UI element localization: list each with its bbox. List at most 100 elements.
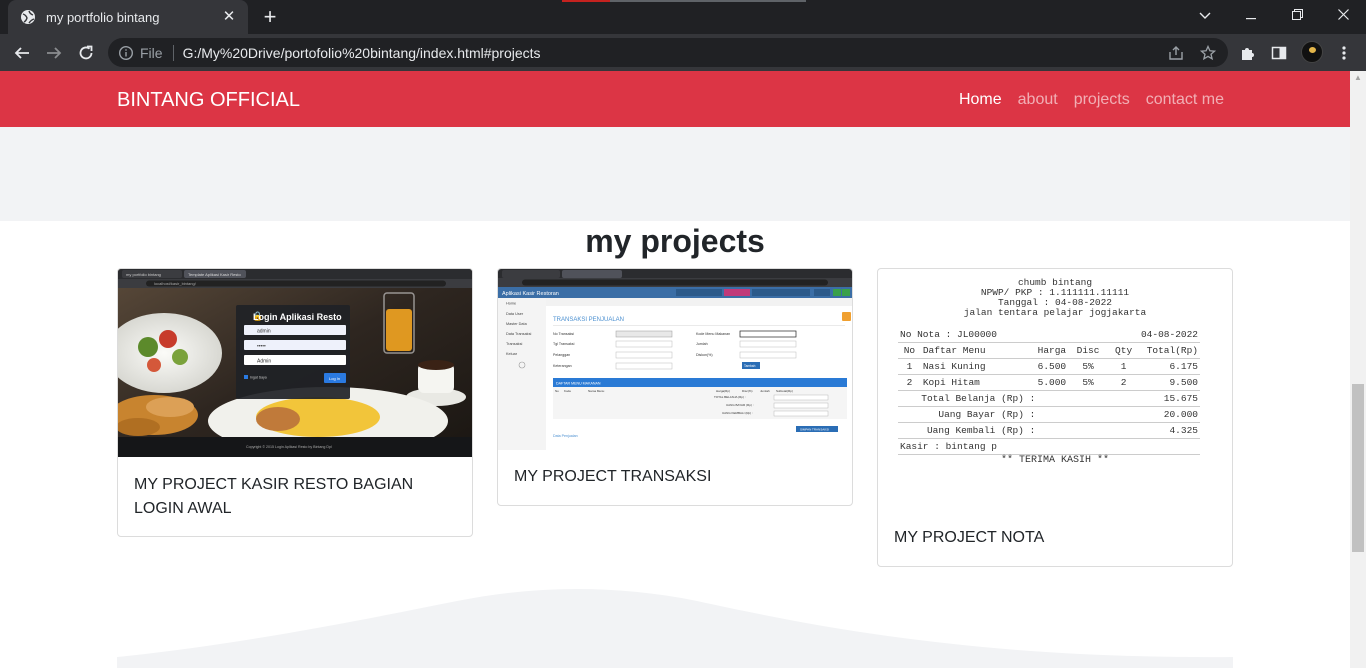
svg-text:•••••: ••••• <box>257 344 266 350</box>
svg-text:Jumlah: Jumlah <box>760 389 770 393</box>
projects-heading: my projects <box>585 223 765 259</box>
svg-text:TOTAL BELANJA (Rp) :: TOTAL BELANJA (Rp) : <box>714 395 746 399</box>
url-scheme-label: File <box>140 44 163 61</box>
svg-text:localhost/kasir_bintang/: localhost/kasir_bintang/ <box>154 281 197 286</box>
side-panel-icon[interactable] <box>1269 43 1289 63</box>
receipt-cashier: Kasir : bintang p <box>898 438 1200 455</box>
svg-text:Subtotal(Rp): Subtotal(Rp) <box>776 389 793 393</box>
nav-links: Home about projects contact me <box>959 91 1224 109</box>
new-tab-button[interactable]: + <box>260 6 280 28</box>
receipt-address: jalan tentara pelajar jogjakarta <box>963 307 1147 318</box>
svg-text:Harga(Rp): Harga(Rp) <box>716 389 730 393</box>
svg-text:Data Transaksi: Data Transaksi <box>506 332 531 336</box>
browser-tab-active[interactable]: my portfolio bintang ✕ <box>8 0 248 34</box>
info-icon[interactable] <box>118 45 134 61</box>
receipt-table: No Nota : JL00000 04-08-2022 No Daftar M… <box>898 327 1200 455</box>
receipt-nota-number: No Nota : JL00000 <box>898 327 1108 343</box>
section-wave-divider <box>117 589 1233 668</box>
svg-text:Data User: Data User <box>506 312 524 316</box>
svg-text:Copyright © 2015 Login Aplikas: Copyright © 2015 Login Aplikasi Resto by… <box>246 445 332 449</box>
site-brand[interactable]: BINTANG OFFICIAL <box>117 89 300 112</box>
forward-arrow-icon[interactable] <box>41 40 67 66</box>
svg-text:SIMPAN TRANSAKSI: SIMPAN TRANSAKSI <box>800 428 829 432</box>
svg-text:DAFTAR MENU MAKANAN: DAFTAR MENU MAKANAN <box>556 382 601 386</box>
capture-indicator-track <box>610 0 806 2</box>
nav-link-projects[interactable]: projects <box>1074 91 1130 109</box>
receipt-paid-label: Uang Bayar (Rp) : <box>898 406 1140 423</box>
url-text[interactable]: G:/My%20Drive/portofolio%20bintang/index… <box>183 45 541 61</box>
svg-text:Keterangan: Keterangan <box>553 364 572 368</box>
svg-text:Transaksi: Transaksi <box>506 342 522 346</box>
svg-text:Aplikasi Kasir Restoran: Aplikasi Kasir Restoran <box>502 291 559 297</box>
share-icon[interactable] <box>1166 43 1186 63</box>
receipt-total-label: Total Belanja (Rp) : <box>898 390 1140 407</box>
receipt-nota-date: 04-08-2022 <box>1107 327 1200 343</box>
table-row: 1 Nasi Kuning 6.500 5% 1 6.175 <box>898 358 1200 375</box>
kebab-menu-icon[interactable] <box>1334 43 1354 63</box>
bookmark-star-icon[interactable] <box>1198 43 1218 63</box>
svg-text:Kode Menu Makanan: Kode Menu Makanan <box>696 332 730 336</box>
address-bar[interactable]: File G:/My%20Drive/portofolio%20bintang/… <box>108 38 1228 67</box>
svg-text:Data Penjualan: Data Penjualan <box>553 434 578 438</box>
svg-text:Nama Menu: Nama Menu <box>588 389 605 393</box>
svg-text:UANG BAYAR (Rp) :: UANG BAYAR (Rp) : <box>726 403 754 407</box>
profile-avatar[interactable] <box>1301 41 1323 63</box>
svg-text:Tambah: Tambah <box>744 364 756 368</box>
receipt-change-label: Uang Kembali (Rp) : <box>898 422 1140 439</box>
omnibox-divider <box>172 44 174 61</box>
receipt-header-row: No Daftar Menu Harga Disc Qty Total(Rp) <box>898 342 1200 359</box>
project-card-caption: MY PROJECT NOTA <box>894 529 1045 546</box>
svg-text:Kode: Kode <box>564 389 571 393</box>
hero-wave-bottom <box>0 127 1350 221</box>
svg-text:UANG KEMBALI (Rp) :: UANG KEMBALI (Rp) : <box>722 411 753 415</box>
table-row: 2 Kopi Hitam 5.000 5% 2 9.500 <box>898 374 1200 391</box>
svg-text:Admin: Admin <box>257 359 271 365</box>
scroll-up-arrow-icon[interactable]: ▲ <box>1350 71 1366 85</box>
svg-text:admin: admin <box>257 329 271 335</box>
project-card-caption: MY PROJECT KASIR RESTO BAGIAN LOGIN AWAL <box>134 476 414 517</box>
page-viewport: BINTANG OFFICIAL Home about projects con… <box>0 71 1350 668</box>
extensions-puzzle-icon[interactable] <box>1237 43 1257 63</box>
back-arrow-icon[interactable] <box>9 40 35 66</box>
project-card-transaksi[interactable]: Aplikasi Kasir Restoran Home Data User M… <box>497 268 853 506</box>
svg-text:No Transaksi: No Transaksi <box>553 332 574 336</box>
globe-icon <box>21 10 35 24</box>
site-navbar: BINTANG OFFICIAL Home about projects con… <box>0 71 1350 127</box>
browser-toolbar: File G:/My%20Drive/portofolio%20bintang/… <box>0 34 1366 71</box>
svg-text:TRANSAKSI PENJUALAN: TRANSAKSI PENJUALAN <box>553 317 624 323</box>
svg-text:Master Data: Master Data <box>506 322 528 326</box>
tab-title: my portfolio bintang <box>46 9 160 25</box>
project-card-nota[interactable]: chumb bintang NPWP/ PKP : 1.111111.11111… <box>877 268 1233 567</box>
browser-tab-strip: my portfolio bintang ✕ + <box>0 0 1366 34</box>
page-scrollbar[interactable] <box>1350 71 1366 668</box>
nav-link-contact[interactable]: contact me <box>1146 91 1224 109</box>
restore-button[interactable] <box>1274 0 1320 30</box>
svg-text:Jumlah: Jumlah <box>696 342 708 346</box>
svg-text:Template Aplikasi Kasir Resto: Template Aplikasi Kasir Resto <box>188 272 241 277</box>
receipt-change-value: 4.325 <box>1139 422 1200 439</box>
close-window-button[interactable] <box>1320 0 1366 30</box>
tab-search-chevron-icon[interactable] <box>1182 0 1228 30</box>
svg-text:No: No <box>555 389 559 393</box>
svg-text:Keluar: Keluar <box>506 352 518 356</box>
minimize-button[interactable] <box>1228 0 1274 30</box>
transaction-screenshot-image: Aplikasi Kasir Restoran Home Data User M… <box>498 269 852 450</box>
nav-link-about[interactable]: about <box>1018 91 1058 109</box>
svg-text:Home: Home <box>506 302 516 306</box>
nav-link-home[interactable]: Home <box>959 91 1002 109</box>
scrollbar-thumb[interactable] <box>1352 384 1364 552</box>
receipt-thanks: ** TERIMA KASIH ** <box>1000 455 1110 466</box>
project-card-login[interactable]: my portfolio bintang Template Aplikasi K… <box>117 268 473 537</box>
receipt-total-value: 15.675 <box>1139 390 1200 407</box>
login-screenshot-image: my portfolio bintang Template Aplikasi K… <box>118 269 472 457</box>
svg-text:Tgl Transaksi: Tgl Transaksi <box>553 342 575 346</box>
svg-text:Diskon(%): Diskon(%) <box>696 353 713 357</box>
capture-indicator <box>562 0 610 2</box>
svg-text:Log In: Log In <box>329 376 340 381</box>
svg-text:Ingat Saya: Ingat Saya <box>250 376 267 380</box>
tab-close-icon[interactable]: ✕ <box>220 8 238 26</box>
svg-text:my portfolio bintang: my portfolio bintang <box>126 272 161 277</box>
receipt-paid-value: 20.000 <box>1139 406 1200 423</box>
reload-icon[interactable] <box>73 40 99 66</box>
project-card-caption: MY PROJECT TRANSAKSI <box>514 468 712 485</box>
